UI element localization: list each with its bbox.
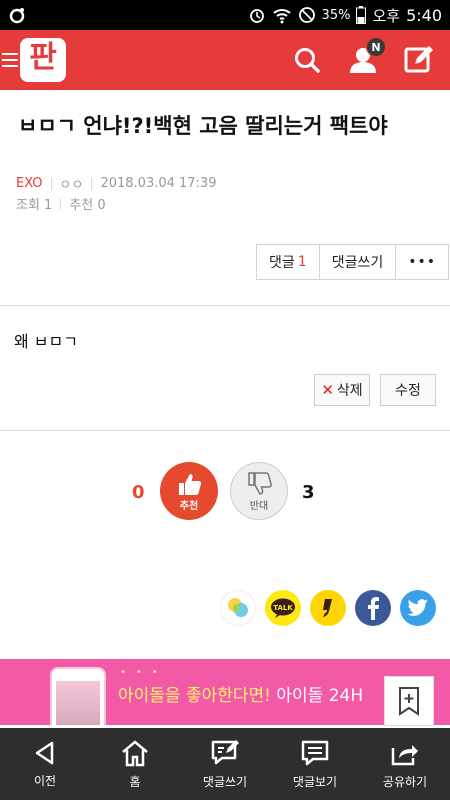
post-title: ㅂㅁㄱ 언냐!?!백현 고음 딸리는거 팩트야 — [18, 114, 388, 138]
menu-icon[interactable] — [2, 49, 18, 71]
thumbs-down-icon — [248, 471, 272, 495]
edit-button[interactable]: 수정 — [380, 374, 436, 406]
my-account-button[interactable]: N — [346, 37, 386, 77]
ad-phone-image — [50, 667, 106, 725]
share-kakaostory-button[interactable] — [310, 590, 346, 626]
write-comment-button[interactable]: 댓글쓰기 — [320, 245, 397, 279]
nav-share[interactable]: 공유하기 — [360, 728, 450, 800]
share-line-button[interactable] — [220, 590, 256, 626]
do-not-disturb-icon — [298, 7, 315, 23]
battery-percent: 35% — [321, 7, 351, 23]
kakaotalk-icon: TALK — [271, 598, 295, 618]
app-header: 판 N — [0, 30, 450, 90]
write-post-button[interactable] — [402, 43, 436, 77]
share-buttons: TALK — [220, 590, 436, 626]
post-body: 왜 ㅂㅁㄱ — [14, 332, 78, 351]
divider — [0, 305, 450, 306]
post-datetime: 2018.03.04 17:39 — [100, 176, 217, 191]
ad-banner[interactable]: ••• 아이돌을 좋아한다면! 아이돌 24H — [0, 659, 450, 725]
twitter-icon — [407, 599, 429, 616]
search-icon — [295, 48, 320, 73]
wifi-icon — [272, 9, 291, 24]
thumbs-up-icon — [179, 473, 202, 495]
ad-dots: ••• — [120, 667, 168, 678]
alarm-icon — [249, 9, 264, 23]
nav-write-comment[interactable]: 댓글쓰기 — [180, 728, 270, 800]
share-kakaotalk-button[interactable]: TALK — [265, 590, 301, 626]
home-icon — [122, 739, 148, 766]
close-icon: ✕ — [321, 381, 334, 399]
back-arrow-icon — [35, 741, 54, 764]
app-status-icon — [9, 8, 25, 24]
nav-view-comments[interactable]: 댓글보기 — [270, 728, 360, 800]
write-comment-icon — [211, 739, 239, 764]
bookmark-add-icon — [399, 687, 419, 716]
delete-button[interactable]: ✕ 삭제 — [314, 374, 370, 406]
kakaostory-icon — [323, 599, 332, 617]
view-count: 조회 1 — [16, 198, 53, 213]
view-comments-icon — [301, 740, 329, 765]
recommend-count: 추천 0 — [69, 198, 106, 213]
post-category[interactable]: EXO — [16, 176, 43, 191]
nav-home[interactable]: 홈 — [90, 728, 180, 800]
bookmark-button[interactable] — [384, 676, 434, 726]
downvote-count: 3 — [302, 482, 315, 503]
bottom-nav: 이전 홈 댓글쓰기 댓글보기 공유하기 — [0, 728, 450, 800]
notification-badge: N — [366, 37, 386, 57]
chat-bubbles-icon — [228, 598, 248, 617]
post-author: ㅇㅇ — [59, 178, 84, 193]
search-button[interactable] — [290, 43, 324, 77]
post-meta: EXO ㅇㅇ 2018.03.04 17:39 — [16, 174, 216, 193]
upvote-count: 0 — [132, 482, 145, 503]
battery-icon — [356, 6, 367, 24]
share-facebook-button[interactable] — [355, 590, 391, 626]
svg-text:TALK: TALK — [273, 604, 293, 612]
share-icon — [391, 744, 418, 765]
comments-button[interactable]: 댓글 1 — [257, 245, 320, 279]
recommend-button[interactable]: 추천 — [160, 462, 218, 520]
share-twitter-button[interactable] — [400, 590, 436, 626]
status-bar: 35% 오후 5:40 — [0, 0, 450, 30]
divider — [0, 430, 450, 431]
post-stats: 조회 1 추천 0 — [16, 194, 106, 213]
pann-logo[interactable]: 판 — [20, 38, 66, 82]
clock-ampm: 오후 — [372, 6, 401, 25]
clock-time: 5:40 — [406, 5, 442, 25]
facebook-icon — [368, 597, 379, 620]
nav-back[interactable]: 이전 — [0, 728, 90, 800]
comment-toolbar: 댓글 1 댓글쓰기 ••• — [256, 244, 449, 280]
oppose-button[interactable]: 반대 — [230, 462, 288, 520]
edit-icon — [404, 46, 433, 73]
comment-count: 1 — [297, 254, 307, 270]
more-options-button[interactable]: ••• — [396, 245, 448, 279]
ad-text: 아이돌을 좋아한다면! 아이돌 24H — [118, 686, 364, 706]
